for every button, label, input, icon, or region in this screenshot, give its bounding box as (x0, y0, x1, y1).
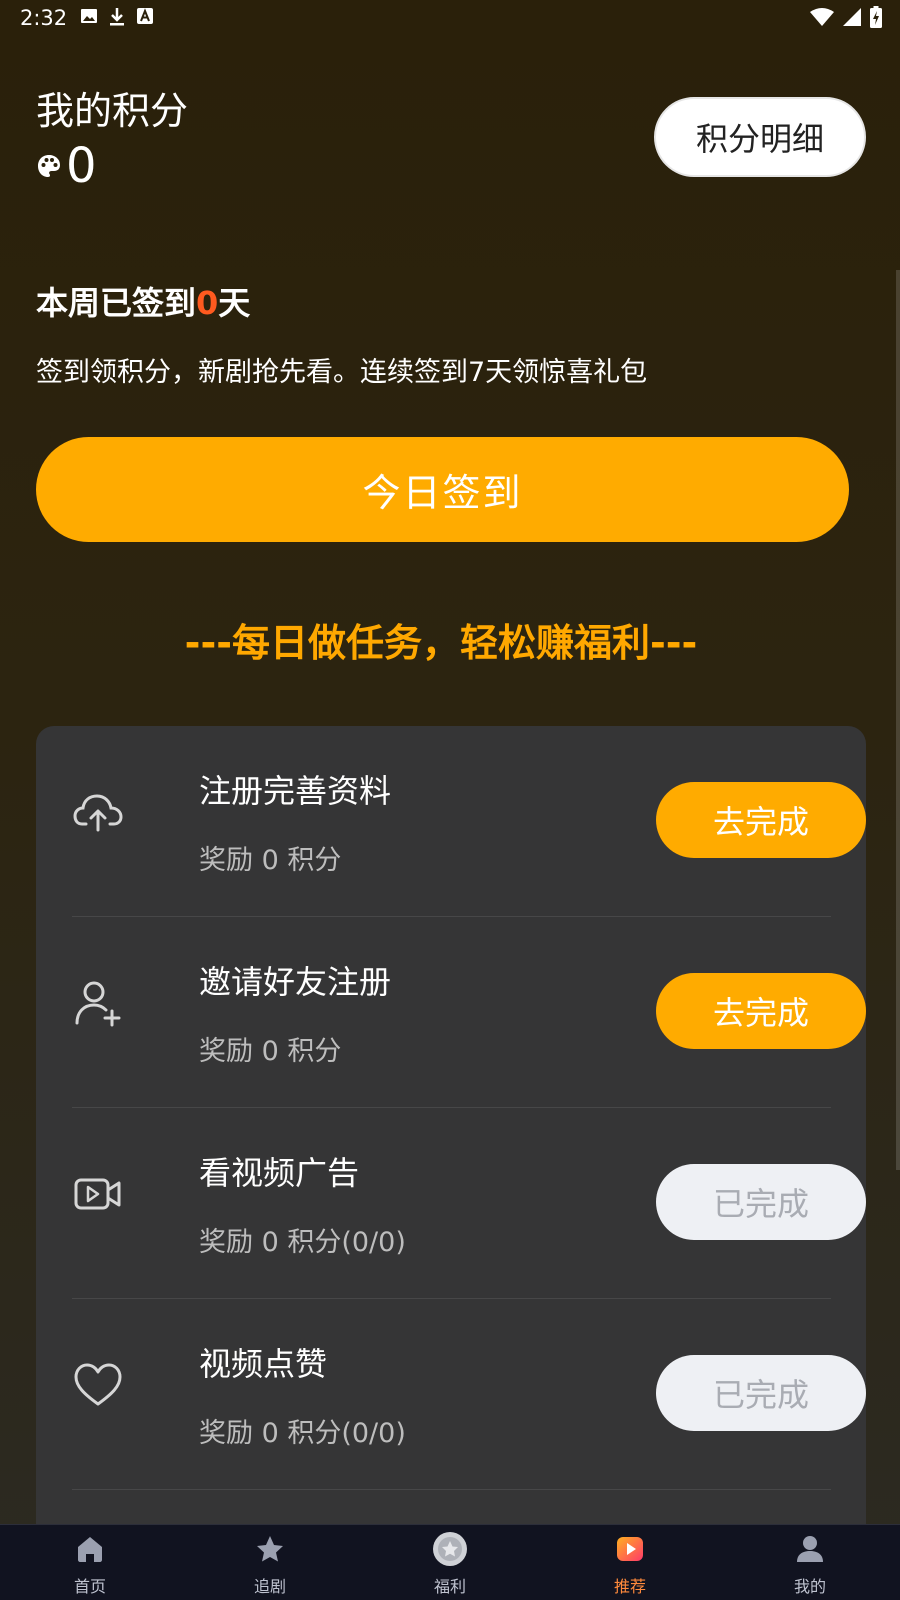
star-icon (257, 1536, 283, 1562)
weekly-suffix: 天 (218, 284, 251, 322)
status-right-icons (810, 6, 882, 28)
points-row: 0 (36, 138, 97, 194)
task-row: 邀请好友注册 奖励 0 积分 去完成 (72, 917, 866, 1108)
welfare-icon (433, 1532, 467, 1566)
task-reward: 奖励 0 积分 (199, 1036, 342, 1067)
profile-icon (797, 1536, 823, 1562)
task-reward: 奖励 0 积分 (199, 845, 342, 876)
video-icon (74, 1178, 121, 1210)
nav-label: 我的 (793, 1577, 826, 1596)
status-time: 2:32 (20, 6, 68, 30)
weekly-prefix: 本周已签到 (36, 284, 197, 322)
weekly-days-count: 0 (196, 284, 219, 322)
checkin-description: 签到领积分，新剧抢先看。连续签到7天领惊喜礼包 (36, 357, 648, 388)
task-action-button[interactable]: 去完成 (656, 973, 866, 1049)
status-bar: 2:32 (0, 0, 900, 36)
task-action-button[interactable]: 已完成 (656, 1355, 866, 1431)
signal-icon (843, 8, 861, 26)
scrollbar[interactable] (896, 270, 900, 1170)
image-icon (81, 9, 97, 23)
task-row: 注册完善资料 奖励 0 积分 去完成 (72, 726, 866, 917)
weekly-checkin-title: 本周已签到0天 (36, 278, 250, 324)
task-name: 看视频广告 (199, 1154, 360, 1192)
points-value: 0 (66, 138, 97, 194)
nav-label: 首页 (73, 1577, 106, 1596)
heart-icon (74, 1363, 122, 1406)
wifi-icon (810, 8, 834, 26)
battery-icon (870, 6, 882, 28)
bottom-nav: 首页 追剧 福利 推荐 我的 (0, 1524, 900, 1600)
points-detail-button[interactable]: 积分明细 (654, 97, 866, 177)
nav-label: 推荐 (613, 1577, 646, 1596)
task-action-button[interactable]: 已完成 (656, 1164, 866, 1240)
tasks-heading: ---每日做任务，轻松赚福利--- (184, 621, 698, 665)
page-title: 我的积分 (36, 89, 189, 133)
task-panel: 注册完善资料 奖励 0 积分 去完成 邀请好友注册 奖励 0 积分 去完成 看视… (36, 726, 866, 1600)
daily-checkin-button[interactable]: 今日签到 (36, 437, 849, 542)
nav-label: 追剧 (253, 1577, 286, 1596)
task-name: 视频点赞 (199, 1345, 328, 1383)
home-icon (78, 1537, 102, 1562)
cloud-upload-icon (73, 794, 123, 832)
task-reward: 奖励 0 积分(0/0) (199, 1227, 406, 1258)
task-name: 注册完善资料 (199, 772, 392, 810)
task-row: 看视频广告 奖励 0 积分(0/0) 已完成 (72, 1108, 866, 1299)
nav-item-home[interactable]: 首页 (30, 1525, 150, 1600)
status-left-icons (80, 7, 154, 27)
add-user-icon (75, 981, 121, 1027)
nav-item-recommend[interactable]: 推荐 (570, 1525, 690, 1600)
recommend-icon (617, 1537, 643, 1561)
task-row: 视频点赞 奖励 0 积分(0/0) 已完成 (72, 1299, 866, 1490)
nav-item-welfare[interactable]: 福利 (390, 1525, 510, 1600)
download-icon (110, 8, 124, 26)
task-name: 邀请好友注册 (199, 963, 392, 1001)
accessibility-icon (137, 8, 153, 24)
screen: 2:32 我的积分 0 积分明细 本周已签到0天 签到领积分，新剧抢先看。连续签… (0, 0, 900, 1600)
palette-icon (38, 155, 60, 177)
nav-item-follow[interactable]: 追剧 (210, 1525, 330, 1600)
task-reward: 奖励 0 积分(0/0) (199, 1418, 406, 1449)
task-action-button[interactable]: 去完成 (656, 782, 866, 858)
nav-label: 福利 (433, 1577, 466, 1596)
nav-item-profile[interactable]: 我的 (750, 1525, 870, 1600)
